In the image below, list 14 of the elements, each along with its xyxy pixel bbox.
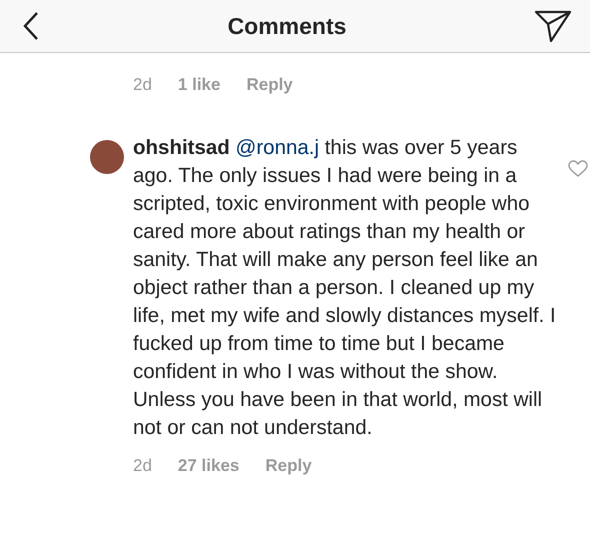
- back-icon[interactable]: [22, 11, 40, 41]
- like-count[interactable]: 27 likes: [178, 456, 240, 476]
- screen-title: Comments: [228, 12, 346, 40]
- send-icon[interactable]: [534, 9, 572, 43]
- comment-text: ohshitsad @ronna.j this was over 5 years ago. The only issues I had were being in a scripted, toxic environment with people who cared more about ratings than my health or sanity. That will make any person feel like an object rather than a person. I cleaned up my life, met my wife and slowly distances myself. I fucked up from time to time but I became confident in who I was without the show. Unless you have been in that world, most will not or can not understand.: [133, 135, 557, 441]
- comment-time: 2d: [133, 75, 152, 95]
- heart-icon[interactable]: [568, 160, 588, 178]
- mention-link[interactable]: @ronna.j: [236, 136, 320, 159]
- avatar[interactable]: [90, 140, 124, 174]
- reply-link[interactable]: Reply: [265, 456, 312, 476]
- like-count[interactable]: 1 like: [178, 75, 220, 95]
- reply-link[interactable]: Reply: [246, 75, 293, 95]
- username-link[interactable]: ohshitsad: [133, 136, 230, 159]
- comment-time: 2d: [133, 456, 152, 476]
